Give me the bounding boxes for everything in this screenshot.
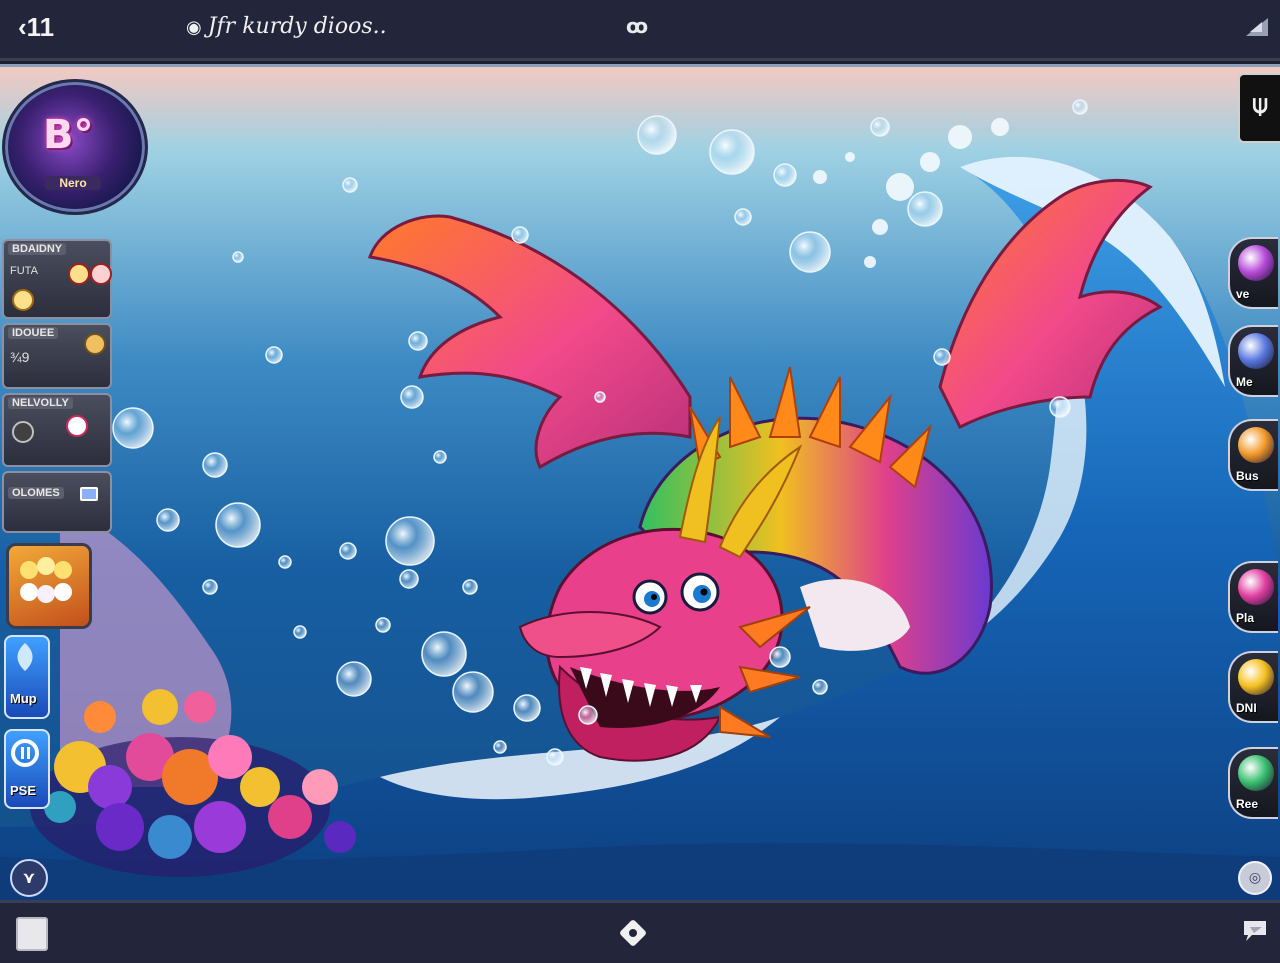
settings-button[interactable]: ⋎	[10, 859, 48, 897]
help-button[interactable]: ◎	[1238, 861, 1272, 895]
bonus-icon	[1238, 427, 1274, 463]
map-icon	[17, 643, 33, 671]
right-button-1-label: ve	[1236, 287, 1250, 301]
right-button-1[interactable]: ve	[1228, 237, 1278, 309]
hud-panel-4-label: OLOMES	[8, 487, 64, 499]
globe-icon	[1238, 755, 1274, 791]
record-dot-icon	[68, 263, 90, 285]
pause-button[interactable]: PSE	[4, 729, 50, 809]
potion-icon	[1238, 245, 1274, 281]
tools-button[interactable]: ⍦	[1238, 73, 1280, 143]
toggle-left-icon	[12, 421, 34, 443]
back-button[interactable]: ‹11	[18, 12, 54, 43]
right-button-4-label: Pla	[1236, 611, 1255, 625]
right-button-5-label: DNI	[1236, 701, 1257, 715]
hud-panel-1[interactable]: BDAIDNY FUTA	[2, 239, 112, 319]
map-button[interactable]: Mup	[4, 635, 50, 719]
pause-icon	[11, 739, 39, 767]
target-icon	[66, 415, 88, 437]
shield-icon	[84, 333, 106, 355]
eggs-icon	[20, 557, 72, 603]
right-button-4[interactable]: Pla	[1228, 561, 1278, 633]
player-level: B°	[43, 112, 94, 158]
map-label: Mup	[10, 691, 37, 706]
star-icon	[1238, 659, 1274, 695]
document-icon[interactable]	[16, 917, 48, 951]
coin-icon	[90, 263, 112, 285]
pause-label: PSE	[10, 783, 37, 798]
right-button-5[interactable]: DNI	[1228, 651, 1278, 723]
hud-panel-4[interactable]: OLOMES	[2, 471, 112, 533]
orb-icon	[1238, 333, 1274, 369]
inventory-item[interactable]	[6, 543, 92, 629]
top-bar: ‹11 ◉ Jfr kurdy dioos.. ꝏ	[0, 0, 1280, 61]
hud-panel-2-sub: ¾9	[10, 349, 30, 365]
player-name: Nero	[45, 176, 101, 190]
right-button-3[interactable]: Bus	[1228, 419, 1278, 491]
battery-icon	[80, 487, 98, 501]
chat-icon[interactable]	[1242, 917, 1268, 943]
record-icon: ◉	[186, 17, 202, 38]
hud-panel-1-sub: FUTA	[10, 265, 38, 277]
hud-panel-1-label: BDAIDNY	[8, 243, 67, 255]
play-icon	[1238, 569, 1274, 605]
player-avatar[interactable]: B° Nero	[2, 79, 148, 215]
bottom-bar	[0, 900, 1280, 963]
link-icon[interactable]: ꝏ	[626, 14, 648, 38]
game-scene	[0, 99, 1280, 903]
home-icon[interactable]	[618, 918, 648, 948]
expand-icon[interactable]	[1244, 16, 1270, 38]
game-viewport[interactable]: B° Nero BDAIDNY FUTA IDOUEE ¾9 NELVOLLY …	[0, 64, 1280, 903]
right-button-6[interactable]: Ree	[1228, 747, 1278, 819]
gold-icon	[12, 289, 34, 311]
title-text: Jfr kurdy dioos..	[207, 14, 387, 39]
right-button-2[interactable]: Me	[1228, 325, 1278, 397]
right-button-2-label: Me	[1236, 375, 1253, 389]
hud-panel-3-label: NELVOLLY	[8, 397, 73, 409]
hud-panel-2[interactable]: IDOUEE ¾9	[2, 323, 112, 389]
right-button-6-label: Ree	[1236, 797, 1259, 811]
right-button-3-label: Bus	[1236, 469, 1259, 483]
game-title: ◉ Jfr kurdy dioos..	[186, 14, 387, 39]
hud-panel-2-label: IDOUEE	[8, 327, 59, 339]
hud-panel-3[interactable]: NELVOLLY	[2, 393, 112, 467]
